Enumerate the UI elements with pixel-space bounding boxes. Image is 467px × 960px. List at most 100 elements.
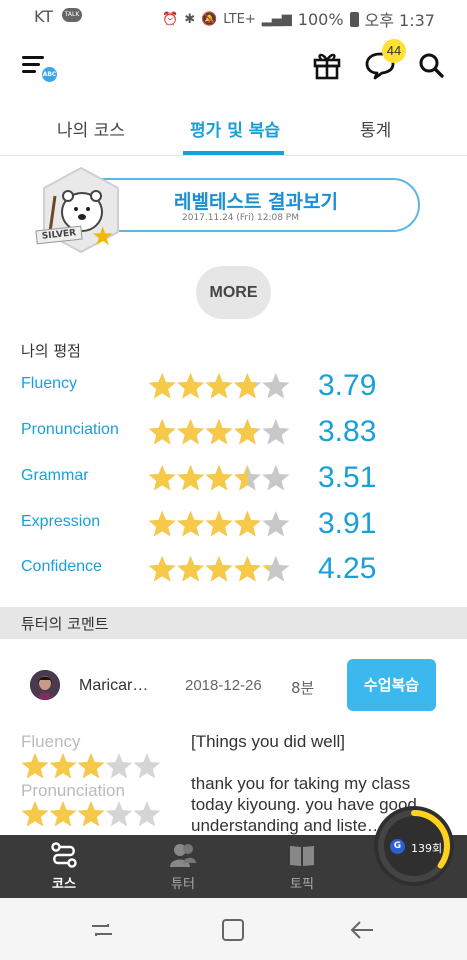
nav-label: 튜터 (171, 877, 195, 892)
star-filled-icon (49, 801, 77, 827)
hamburger-icon (22, 70, 36, 73)
more-button[interactable]: MORE (196, 266, 271, 319)
lesson-duration: 8분 (291, 679, 315, 697)
star-filled-icon (233, 510, 260, 537)
star-rating (148, 464, 290, 491)
signal-icon: ▂▄▆ (261, 11, 292, 27)
star-filled-icon (177, 372, 205, 399)
rating-value: 3.91 (318, 507, 377, 540)
star-filled-icon (21, 801, 49, 827)
star-filled-icon (148, 555, 176, 582)
comment-line: thank you for taking my class (191, 774, 411, 793)
level-test-title: 레벨테스트 결과보기 (174, 191, 338, 213)
star-empty-icon (262, 464, 290, 491)
star-empty-icon (105, 753, 133, 779)
g-icon: G (390, 839, 405, 854)
rating-label: Fluency (21, 375, 78, 392)
star-empty-icon (262, 372, 290, 399)
rating-label: Confidence (21, 558, 102, 575)
level-test-date: 2017.11.24 (Fri) 12:08 PM (182, 213, 299, 223)
rating-label: Expression (21, 513, 101, 530)
tab-statistics[interactable]: 통계 (360, 116, 391, 141)
star-empty-icon (262, 510, 290, 537)
star-filled-icon (205, 418, 233, 445)
chat-badge: 44 (382, 39, 406, 63)
rating-row-pronunciation: Pronunciation 3.83 (0, 413, 467, 453)
status-bar: KT TALK ⏰ ✱ 🔕 LTE+ ▂▄▆ 100% 오후 1:37 (0, 0, 467, 34)
rating-row-fluency: Fluency 3.79 (0, 367, 467, 407)
star-empty-icon (133, 753, 161, 779)
rating-value: 3.83 (318, 415, 377, 448)
comment-line: [Things you did well] (191, 732, 346, 751)
star-filled-icon (148, 372, 176, 399)
nav-tutor[interactable]: 튜터 (143, 835, 223, 898)
tab-evaluation-review[interactable]: 평가 및 복습 (190, 116, 280, 141)
star-icon: ★ (91, 222, 115, 252)
recent-apps-icon[interactable] (88, 916, 116, 944)
gift-icon[interactable] (312, 50, 342, 80)
star-rating (148, 372, 290, 399)
avatar (30, 670, 60, 700)
star-filled-icon (205, 510, 233, 537)
star-empty-icon (262, 418, 290, 445)
tutor-comment-header: 튜터의 코멘트 (0, 607, 467, 639)
lesson-counter-widget[interactable]: G 139회 (374, 806, 454, 886)
star-rating (148, 418, 290, 445)
star-filled-icon (77, 753, 105, 779)
clock: 오후 1:37 (364, 11, 435, 30)
star-filled-icon (148, 464, 176, 491)
search-icon[interactable] (417, 51, 445, 79)
star-filled-icon (177, 555, 205, 582)
rating-value: 3.51 (318, 461, 377, 494)
star-filled-icon (233, 555, 261, 582)
mini-rating-label: Pronunciation (21, 781, 125, 800)
star-empty-icon (133, 801, 161, 827)
star-filled-icon (205, 555, 233, 582)
star-empty-icon (105, 801, 133, 827)
nav-course[interactable]: 코스 (24, 835, 104, 898)
star-filled-icon (49, 753, 77, 779)
carrier-label: KT (34, 7, 54, 26)
network-icon: LTE+ (223, 11, 256, 27)
my-rating-title: 나의 평점 (21, 342, 81, 360)
tutor-name: Maricar… (79, 677, 149, 694)
menu-button[interactable]: ABC (22, 52, 62, 86)
rating-row-expression: Expression 3.91 (0, 505, 467, 545)
battery-icon (349, 11, 359, 27)
rating-row-grammar: Grammar 3.51 (0, 459, 467, 499)
course-icon (51, 842, 77, 868)
mini-star-rating (21, 801, 161, 827)
mute-icon: 🔕 (201, 11, 218, 27)
nav-topic[interactable]: 토픽 (262, 835, 342, 898)
alarm-icon: ⏰ (162, 11, 179, 27)
tab-indicator (183, 151, 284, 155)
rating-value: 3.79 (318, 369, 377, 402)
star-filled-icon (205, 372, 233, 399)
tab-my-course[interactable]: 나의 코스 (57, 116, 125, 141)
nav-label: 코스 (52, 877, 76, 892)
battery-percent: 100% (297, 9, 344, 29)
back-icon[interactable] (349, 916, 377, 944)
rating-row-confidence: Confidence 4.25 (0, 550, 467, 590)
star-filled-icon (177, 510, 205, 537)
lesson-review-button[interactable]: 수업복습 (347, 659, 436, 711)
rating-label: Pronunciation (21, 421, 119, 438)
tutor-avatar-icon (30, 670, 60, 700)
abc-badge: ABC (40, 65, 59, 84)
app-bar: ABC 44 (0, 34, 467, 96)
book-icon (290, 846, 314, 866)
star-filled-icon (148, 418, 176, 445)
rating-value: 4.25 (318, 552, 377, 585)
tab-bar: 나의 코스 평가 및 복습 통계 (0, 96, 467, 156)
star-filled-icon (148, 510, 176, 537)
home-icon[interactable] (219, 916, 247, 944)
kakaotalk-icon: TALK (62, 8, 82, 22)
star-filled-icon (177, 418, 205, 445)
hamburger-icon (22, 63, 40, 66)
mini-rating-label: Fluency (21, 732, 81, 751)
rating-label: Grammar (21, 467, 89, 484)
tutor-icon (170, 844, 196, 867)
bluetooth-icon: ✱ (184, 11, 196, 27)
star-filled-icon (177, 464, 205, 491)
star-filled-icon (21, 753, 49, 779)
